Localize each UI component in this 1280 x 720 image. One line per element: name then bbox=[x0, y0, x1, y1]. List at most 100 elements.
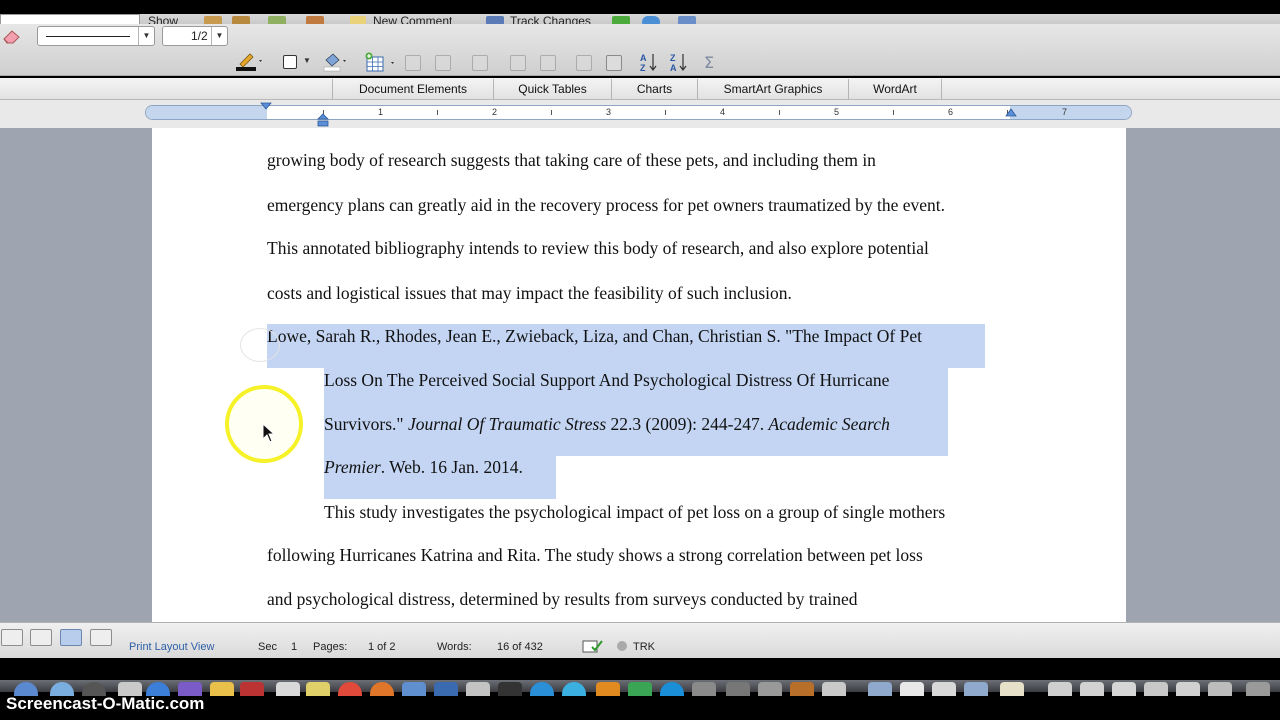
autosum-icon[interactable]: Σ bbox=[702, 52, 720, 72]
tab-smartart-graphics[interactable]: SmartArt Graphics bbox=[697, 79, 848, 100]
table-tool-icon-2[interactable] bbox=[435, 55, 451, 71]
mail-icon[interactable] bbox=[276, 682, 300, 696]
body-text-line: This annotated bibliography intends to r… bbox=[267, 238, 929, 258]
citation-line: Lowe, Sarah R., Rhodes, Jean E., Zwiebac… bbox=[267, 326, 922, 346]
textedit-icon[interactable] bbox=[466, 682, 490, 696]
click-indicator bbox=[240, 328, 280, 362]
photo-booth-icon[interactable] bbox=[240, 682, 264, 696]
line-weight-dropdown[interactable]: 1/2 ▼ bbox=[162, 26, 228, 46]
hanging-indent-marker[interactable] bbox=[317, 113, 329, 127]
database-title: Premier bbox=[324, 457, 381, 477]
body-text-line: emergency plans can greatly aid in the r… bbox=[267, 195, 946, 215]
section-label: Sec bbox=[258, 641, 277, 653]
document-icon-5[interactable] bbox=[1080, 682, 1104, 696]
citation-text: . Web. 16 Jan. 2014. bbox=[380, 457, 523, 477]
words-label: Words: bbox=[437, 641, 472, 653]
stickies-icon[interactable] bbox=[306, 682, 330, 696]
track-changes-status-icon bbox=[617, 641, 627, 651]
excel-icon[interactable] bbox=[628, 682, 652, 696]
preview-icon[interactable] bbox=[402, 682, 426, 696]
line-weight-value: 1/2 bbox=[191, 29, 208, 43]
app-icon-2[interactable] bbox=[822, 682, 846, 696]
folder-icon[interactable] bbox=[868, 682, 892, 696]
sort-descending-icon[interactable]: Z A bbox=[668, 51, 690, 73]
right-indent-marker[interactable] bbox=[1005, 108, 1017, 118]
app-icon[interactable] bbox=[790, 682, 814, 696]
document-icon-4[interactable] bbox=[1048, 682, 1072, 696]
spelling-check-icon[interactable] bbox=[582, 639, 604, 654]
document-icon-3[interactable] bbox=[1000, 682, 1024, 696]
align-icon[interactable] bbox=[472, 55, 488, 71]
border-icon[interactable] bbox=[283, 55, 297, 69]
document-icon[interactable] bbox=[900, 682, 924, 696]
draft-view-button[interactable] bbox=[1, 629, 23, 646]
fill-bucket-icon[interactable] bbox=[322, 52, 348, 72]
pages-value: 1 of 2 bbox=[368, 641, 396, 653]
mouse-pointer-icon bbox=[262, 423, 276, 443]
distribute-icon-2[interactable] bbox=[540, 55, 556, 71]
body-text-line: costs and logistical issues that may imp… bbox=[267, 283, 792, 303]
database-title: Academic Search bbox=[768, 414, 890, 434]
annotation-line: following Hurricanes Katrina and Rita. T… bbox=[267, 545, 923, 565]
print-layout-view-button[interactable] bbox=[60, 629, 82, 646]
notebook-view-button[interactable] bbox=[90, 629, 112, 646]
split-cells-icon[interactable] bbox=[576, 55, 592, 71]
watermark-text: Screencast-O-Matic.com bbox=[6, 694, 205, 713]
tab-document-elements[interactable]: Document Elements bbox=[332, 79, 493, 100]
folder-icon-2[interactable] bbox=[964, 682, 988, 696]
trash-icon[interactable] bbox=[1246, 682, 1270, 696]
word-icon[interactable] bbox=[434, 682, 458, 696]
utility-icon-3[interactable] bbox=[758, 682, 782, 696]
table-tool-icon[interactable] bbox=[405, 55, 421, 71]
tab-quick-tables[interactable]: Quick Tables bbox=[493, 79, 611, 100]
ruler-number: 3 bbox=[606, 107, 612, 117]
trk-indicator[interactable]: TRK bbox=[633, 640, 655, 654]
ruler-number: 7 bbox=[1062, 107, 1068, 117]
utility-icon-2[interactable] bbox=[726, 682, 750, 696]
document-icon-8[interactable] bbox=[1176, 682, 1200, 696]
document-icon-6[interactable] bbox=[1112, 682, 1136, 696]
ruler-number: 2 bbox=[492, 107, 498, 117]
outline-view-button[interactable] bbox=[30, 629, 52, 646]
horizontal-ruler[interactable]: 1 2 3 4 5 6 7 bbox=[145, 105, 1132, 120]
chevron-down-icon: ▼ bbox=[211, 27, 227, 45]
tab-charts[interactable]: Charts bbox=[611, 79, 697, 100]
text-direction-icon[interactable] bbox=[606, 55, 622, 71]
svg-text:Σ: Σ bbox=[704, 53, 714, 72]
citation-line: Loss On The Perceived Social Support And… bbox=[324, 370, 890, 390]
ruler-number: 1 bbox=[378, 107, 384, 117]
citation-line: Premier. Web. 16 Jan. 2014. bbox=[324, 456, 523, 478]
citation-text: 22.3 (2009): 244-247. bbox=[606, 414, 769, 434]
utility-icon[interactable] bbox=[692, 682, 716, 696]
standard-toolbar: Show New Comment Track Changes bbox=[0, 0, 1280, 28]
eraser-icon[interactable] bbox=[2, 28, 22, 44]
svg-text:A: A bbox=[640, 53, 647, 63]
svg-text:Z: Z bbox=[670, 53, 676, 63]
chevron-down-icon: ▼ bbox=[138, 27, 154, 45]
section-value: 1 bbox=[291, 641, 298, 653]
document-icon-7[interactable] bbox=[1144, 682, 1168, 696]
word-app-window: Show New Comment Track Changes ▼ 1/2 ▼ ▼ bbox=[0, 0, 1280, 720]
line-style-dropdown[interactable]: ▼ bbox=[37, 26, 155, 46]
first-line-indent-marker[interactable] bbox=[260, 102, 272, 110]
ruler-number: 5 bbox=[834, 107, 840, 117]
chevron-down-icon[interactable]: ▼ bbox=[303, 56, 311, 65]
tab-wordart[interactable]: WordArt bbox=[848, 79, 942, 100]
svg-text:Z: Z bbox=[640, 63, 646, 73]
citation-text: Survivors." bbox=[324, 414, 408, 434]
notes-icon[interactable] bbox=[210, 682, 234, 696]
vlc-icon[interactable] bbox=[596, 682, 620, 696]
citation-line: Survivors." Journal Of Traumatic Stress … bbox=[324, 413, 890, 435]
ruler-number: 6 bbox=[948, 107, 954, 117]
ruler-number: 4 bbox=[720, 107, 726, 117]
sort-ascending-icon[interactable]: A Z bbox=[638, 51, 660, 73]
journal-title: Journal Of Traumatic Stress bbox=[407, 414, 607, 434]
annotation-line: and psychological distress, determined b… bbox=[267, 589, 858, 609]
pen-color-icon[interactable] bbox=[236, 52, 264, 72]
insert-table-icon[interactable] bbox=[364, 52, 398, 72]
document-icon-2[interactable] bbox=[932, 682, 956, 696]
view-name-label: Print Layout View bbox=[129, 641, 215, 653]
terminal-icon[interactable] bbox=[498, 682, 522, 696]
distribute-icon[interactable] bbox=[510, 55, 526, 71]
document-icon-9[interactable] bbox=[1208, 682, 1232, 696]
